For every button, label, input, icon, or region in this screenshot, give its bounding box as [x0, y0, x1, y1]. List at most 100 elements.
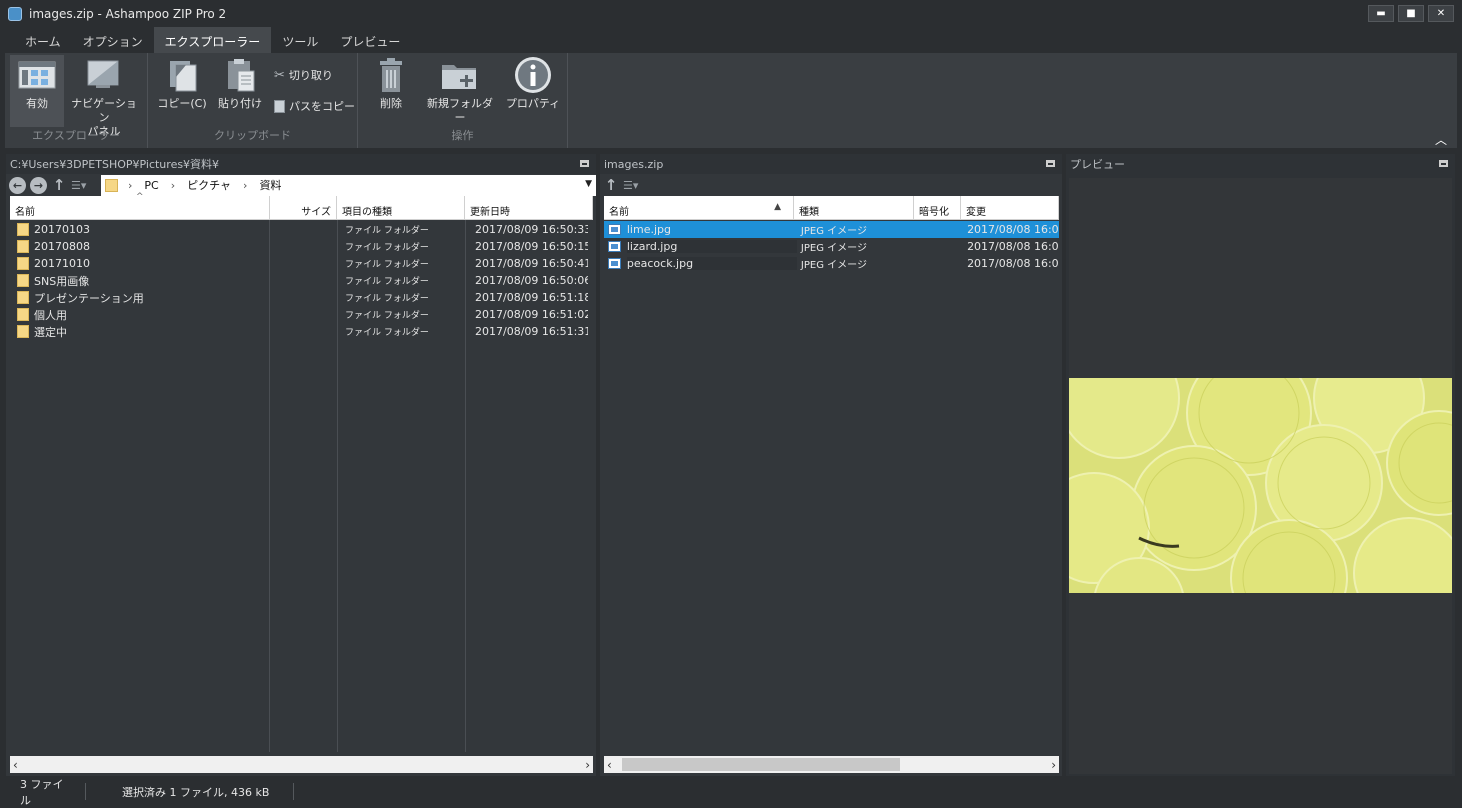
tab-explorer[interactable]: エクスプローラー: [153, 27, 272, 53]
tab-options[interactable]: オプション: [72, 27, 154, 53]
preview-title: プレビュー: [1070, 158, 1125, 171]
table-row[interactable]: SNS用画像 ファイル フォルダー 2017/08/09 16:50:06: [10, 272, 593, 289]
table-row[interactable]: 20170103 ファイル フォルダー 2017/08/09 16:50:33: [10, 221, 593, 238]
row-date: 2017/08/09 16:50:41: [475, 257, 588, 270]
cut-button[interactable]: ✂ 切り取り: [274, 67, 333, 83]
row-name: lime.jpg: [626, 223, 671, 236]
new-folder-label: 新規フォルダー: [427, 97, 493, 124]
row-date: 2017/08/08 16:07: [967, 240, 1059, 253]
tab-tools[interactable]: ツール: [271, 27, 329, 53]
row-type: JPEG イメージ: [800, 243, 867, 254]
maximize-button[interactable]: ■: [1398, 5, 1424, 22]
preview-pane-header: プレビュー: [1066, 154, 1455, 174]
tab-preview[interactable]: プレビュー: [329, 27, 411, 53]
row-name: SNS用画像: [34, 274, 90, 288]
restore-icon[interactable]: [1439, 160, 1448, 167]
forward-icon[interactable]: →: [30, 176, 47, 194]
row-type: ファイル フォルダー: [345, 277, 429, 287]
delete-button[interactable]: 削除: [366, 55, 416, 111]
delete-label: 削除: [380, 97, 402, 110]
trash-icon: [371, 55, 411, 95]
enable-button[interactable]: 有効: [10, 55, 64, 127]
col-size[interactable]: サイズ: [270, 196, 337, 219]
row-type: ファイル フォルダー: [345, 328, 429, 338]
col-encryption[interactable]: 暗号化: [914, 196, 961, 219]
properties-button[interactable]: プロパティ: [504, 55, 562, 111]
table-row[interactable]: 個人用 ファイル フォルダー 2017/08/09 16:51:02: [10, 306, 593, 323]
left-pane-path: C:¥Users¥3DPETSHOP¥Pictures¥資料¥: [6, 154, 596, 174]
up-icon[interactable]: ↑: [603, 176, 619, 194]
paste-label: 貼り付け: [218, 97, 262, 110]
row-name: 選定中: [34, 325, 67, 339]
row-date: 2017/08/08 16:06: [967, 257, 1059, 270]
view-menu-icon[interactable]: ☰▾: [623, 179, 649, 192]
table-row[interactable]: lime.jpg JPEG イメージ 2017/08/08 16:06: [604, 221, 1059, 238]
scroll-right-icon[interactable]: ›: [1051, 758, 1056, 772]
collapse-ribbon-icon[interactable]: ︿: [1435, 131, 1447, 148]
row-type: JPEG イメージ: [800, 260, 867, 271]
copy-path-button[interactable]: パスをコピー: [274, 98, 355, 114]
row-name: プレゼンテーション用: [34, 291, 144, 305]
chevron-right-icon: ›: [170, 178, 176, 192]
table-row[interactable]: 20170808 ファイル フォルダー 2017/08/09 16:50:15: [10, 238, 593, 255]
image-file-icon: [608, 241, 621, 252]
up-icon[interactable]: ↑: [51, 176, 67, 194]
left-pane-path-text: C:¥Users¥3DPETSHOP¥Pictures¥資料¥: [10, 158, 220, 171]
left-nav-bar: ← → ↑ ☰▾ › PC › ピクチャ › 資料 ▼: [6, 174, 596, 196]
chevron-down-icon[interactable]: ▼: [585, 179, 592, 189]
table-row[interactable]: プレゼンテーション用 ファイル フォルダー 2017/08/09 16:51:18: [10, 289, 593, 306]
scroll-right-icon[interactable]: ›: [585, 758, 590, 772]
breadcrumb-documents[interactable]: 資料: [259, 177, 281, 193]
scissors-icon: ✂: [274, 67, 285, 83]
col-type[interactable]: 項目の種類: [337, 196, 465, 219]
row-date: 2017/08/09 16:51:31: [475, 325, 588, 338]
folder-icon: [17, 257, 29, 270]
archive-pane-header: images.zip: [600, 154, 1062, 174]
paste-button[interactable]: 貼り付け: [214, 55, 266, 111]
scroll-left-icon[interactable]: ‹: [13, 758, 18, 772]
scroll-thumb[interactable]: [622, 758, 900, 771]
row-date: 2017/08/09 16:51:18: [475, 291, 588, 304]
folder-icon: [17, 291, 29, 304]
new-folder-button[interactable]: 新規フォルダー: [424, 55, 496, 125]
scroll-left-icon[interactable]: ‹: [607, 758, 612, 772]
col-type[interactable]: 種類: [794, 196, 914, 219]
copy-button[interactable]: コピー(C): [156, 55, 208, 111]
col-date[interactable]: 更新日時: [465, 196, 593, 219]
address-bar[interactable]: › PC › ピクチャ › 資料 ▼: [101, 174, 596, 196]
table-row[interactable]: lizard.jpg JPEG イメージ 2017/08/08 16:07: [604, 238, 1059, 255]
paste-icon: [220, 55, 260, 95]
enable-icon: [17, 55, 57, 95]
minimize-button[interactable]: ▬: [1368, 5, 1394, 22]
left-table-body: 20170103 ファイル フォルダー 2017/08/09 16:50:33 201…: [10, 220, 593, 752]
tab-home[interactable]: ホーム: [14, 27, 72, 53]
navigation-panel-label-1: ナビゲーション: [71, 97, 137, 124]
left-explorer-pane: C:¥Users¥3DPETSHOP¥Pictures¥資料¥ ← → ↑ ☰▾…: [6, 154, 596, 776]
left-horizontal-scrollbar[interactable]: ‹ ›: [10, 756, 593, 773]
close-button[interactable]: ✕: [1428, 5, 1454, 22]
table-row[interactable]: peacock.jpg JPEG イメージ 2017/08/08 16:06: [604, 255, 1059, 272]
app-icon: [8, 6, 22, 21]
copy-label: コピー(C): [157, 97, 207, 110]
col-name[interactable]: 名前 ▲: [604, 196, 794, 219]
lime-preview-image: [1069, 378, 1452, 593]
back-icon[interactable]: ←: [9, 176, 26, 194]
breadcrumb-pictures[interactable]: ピクチャ: [187, 177, 231, 193]
status-bar: 3 ファイル 選択済み 1 ファイル, 436 kB: [0, 778, 1462, 807]
restore-icon[interactable]: [580, 160, 589, 167]
image-file-icon: [608, 258, 621, 269]
archive-table-body: lime.jpg JPEG イメージ 2017/08/08 16:06 lizard.…: [604, 220, 1059, 756]
folder-icon: [17, 325, 29, 338]
col-name[interactable]: 名前 ^: [10, 192, 270, 219]
row-name: 20170808: [34, 240, 90, 253]
copy-path-label: パスをコピー: [289, 100, 355, 113]
col-modified[interactable]: 変更: [961, 196, 1059, 219]
breadcrumb-pc[interactable]: PC: [144, 179, 158, 192]
copy-path-icon: [274, 99, 285, 113]
table-row[interactable]: 選定中 ファイル フォルダー 2017/08/09 16:51:31: [10, 323, 593, 340]
archive-horizontal-scrollbar[interactable]: ‹ ›: [604, 756, 1059, 773]
group-clipboard: コピー(C) 貼り付け ✂ 切り取り パスをコピー クリップボード: [148, 53, 358, 148]
view-menu-icon[interactable]: ☰▾: [71, 179, 97, 192]
restore-icon[interactable]: [1046, 160, 1055, 167]
table-row[interactable]: 20171010 ファイル フォルダー 2017/08/09 16:50:41: [10, 255, 593, 272]
